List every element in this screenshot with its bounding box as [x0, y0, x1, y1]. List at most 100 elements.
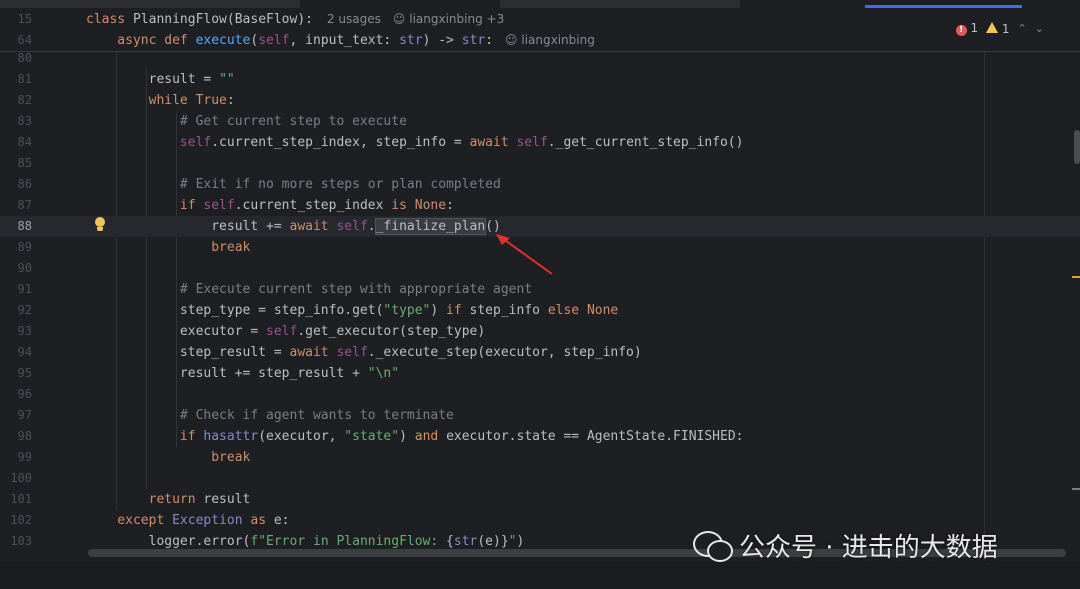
code-text[interactable]: if self.current_step_index is None: [86, 195, 454, 216]
line-number[interactable]: 82 [0, 90, 32, 111]
code-text[interactable]: class PlanningFlow(BaseFlow): 2 usages ☺ l… [86, 9, 504, 30]
inspection-status[interactable]: ! 1 1 ⌃ ⌄ [955, 21, 1044, 36]
code-line[interactable]: 81 result = "" [0, 69, 1080, 90]
chevron-down-icon[interactable]: ⌄ [1035, 22, 1044, 35]
line-number[interactable]: 93 [0, 321, 32, 342]
watermark: 公众号 · 进击的大数据 [693, 525, 998, 565]
line-number[interactable]: 92 [0, 300, 32, 321]
code-editor[interactable]: 80 81 result = "" 82 while True: 83 # Get c… [0, 8, 1080, 561]
line-number[interactable]: 94 [0, 342, 32, 363]
code-line[interactable]: 99 break [0, 447, 1080, 468]
line-number[interactable]: 15 [0, 9, 32, 30]
code-line[interactable]: 98 if hasattr(executor, "state") and exe… [0, 426, 1080, 447]
code-token: True [195, 93, 227, 108]
code-token: step_result = [86, 345, 290, 360]
code-token: await [469, 135, 517, 150]
code-line[interactable]: 100 [0, 468, 1080, 489]
code-text[interactable]: break [86, 447, 250, 468]
warning-icon [986, 21, 999, 33]
code-text[interactable]: # Exit if no more steps or plan complete… [86, 174, 501, 195]
code-text[interactable]: step_type = step_info.get("type") if ste… [86, 300, 618, 321]
code-line[interactable]: 93 executor = self.get_executor(step_typ… [0, 321, 1080, 342]
line-number[interactable]: 81 [0, 69, 32, 90]
vertical-scrollbar-thumb[interactable] [1074, 130, 1080, 164]
code-token: " [508, 534, 517, 549]
lightbulb-icon[interactable] [93, 217, 107, 233]
code-line[interactable]: 87 if self.current_step_index is None: [0, 195, 1080, 216]
tab-area-2 [500, 0, 740, 8]
sticky-line[interactable]: 64 async def execute(self, input_text: s… [0, 30, 1080, 51]
code-token: "" [219, 72, 235, 87]
code-token: str [461, 33, 486, 48]
line-number[interactable]: 97 [0, 405, 32, 426]
code-text[interactable]: break [86, 237, 250, 258]
code-line[interactable]: 95 result += step_result + "\n" [0, 363, 1080, 384]
code-line[interactable]: 82 while True: [0, 90, 1080, 111]
code-line[interactable]: 83 # Get current step to execute [0, 111, 1080, 132]
wechat-icon [693, 528, 733, 562]
stripe-mark[interactable] [1072, 488, 1080, 490]
line-number[interactable]: 100 [0, 468, 32, 489]
code-token: : [446, 198, 454, 213]
code-text[interactable]: # Execute current step with appropriate … [86, 279, 532, 300]
code-line[interactable]: 94 step_result = await self._execute_ste… [0, 342, 1080, 363]
code-text[interactable]: executor = self.get_executor(step_type) [86, 321, 485, 342]
line-number[interactable]: 99 [0, 447, 32, 468]
code-text[interactable]: return result [86, 489, 251, 510]
stripe-mark[interactable] [1072, 276, 1080, 278]
line-number[interactable]: 87 [0, 195, 32, 216]
line-number[interactable]: 64 [0, 30, 32, 51]
line-number[interactable]: 84 [0, 132, 32, 153]
code-token: str [399, 33, 423, 48]
code-text[interactable]: while True: [86, 90, 235, 111]
code-token: step_type = step_info.get( [86, 303, 384, 318]
code-token: (executor, [258, 429, 345, 444]
code-line[interactable]: 97 # Check if agent wants to terminate [0, 405, 1080, 426]
code-token: if [446, 303, 470, 318]
code-text[interactable]: # Get current step to execute [86, 111, 407, 132]
error-count[interactable]: ! 1 [955, 21, 978, 36]
code-token: # Execute current step with appropriate … [86, 282, 533, 297]
line-number[interactable]: 86 [0, 174, 32, 195]
code-text[interactable]: step_result = await self._execute_step(e… [86, 342, 642, 363]
chevron-up-icon[interactable]: ⌃ [1018, 22, 1027, 35]
line-number[interactable]: 102 [0, 510, 32, 531]
code-line[interactable]: 84 self.current_step_index, step_info = … [0, 132, 1080, 153]
code-line[interactable]: 96 [0, 384, 1080, 405]
sticky-line[interactable]: 15 class PlanningFlow(BaseFlow): 2 usages ☺… [0, 9, 1080, 30]
line-number[interactable]: 88 [0, 216, 32, 237]
code-line[interactable]: 101 return result [0, 489, 1080, 510]
code-token: : [485, 33, 494, 48]
code-text[interactable]: async def execute(self, input_text: str)… [86, 30, 595, 51]
sticky-separator [0, 51, 1080, 52]
code-token: ) -> [422, 33, 462, 48]
code-text[interactable]: # Check if agent wants to terminate [86, 405, 454, 426]
usages-hint[interactable]: 2 usages [327, 12, 381, 26]
author-hint[interactable]: ☺ liangxinbing +3 [393, 12, 504, 26]
code-text[interactable]: except Exception as e: [86, 510, 289, 531]
bottom-area [0, 561, 1080, 589]
line-number[interactable]: 83 [0, 111, 32, 132]
line-number[interactable]: 90 [0, 258, 32, 279]
line-number[interactable]: 103 [0, 531, 32, 552]
code-token: result += step_result + [86, 366, 368, 381]
line-number[interactable]: 95 [0, 363, 32, 384]
warning-count[interactable]: 1 [986, 21, 1010, 36]
code-line[interactable]: 91 # Execute current step with appropria… [0, 279, 1080, 300]
line-number[interactable]: 96 [0, 384, 32, 405]
line-number[interactable]: 101 [0, 489, 32, 510]
author-hint[interactable]: ☺ liangxinbing [505, 33, 595, 47]
code-line[interactable]: 92 step_type = step_info.get("type") if … [0, 300, 1080, 321]
code-text[interactable]: result += await self._finalize_plan() [86, 216, 501, 237]
code-token: step_info [469, 303, 548, 318]
code-text[interactable]: result = "" [86, 69, 235, 90]
code-text[interactable]: if hasattr(executor, "state") and execut… [86, 426, 744, 447]
code-line[interactable]: 85 [0, 153, 1080, 174]
line-number[interactable]: 91 [0, 279, 32, 300]
line-number[interactable]: 98 [0, 426, 32, 447]
code-line[interactable]: 86 # Exit if no more steps or plan compl… [0, 174, 1080, 195]
line-number[interactable]: 85 [0, 153, 32, 174]
code-text[interactable]: result += step_result + "\n" [86, 363, 399, 384]
line-number[interactable]: 89 [0, 237, 32, 258]
code-text[interactable]: self.current_step_index, step_info = awa… [86, 132, 744, 153]
